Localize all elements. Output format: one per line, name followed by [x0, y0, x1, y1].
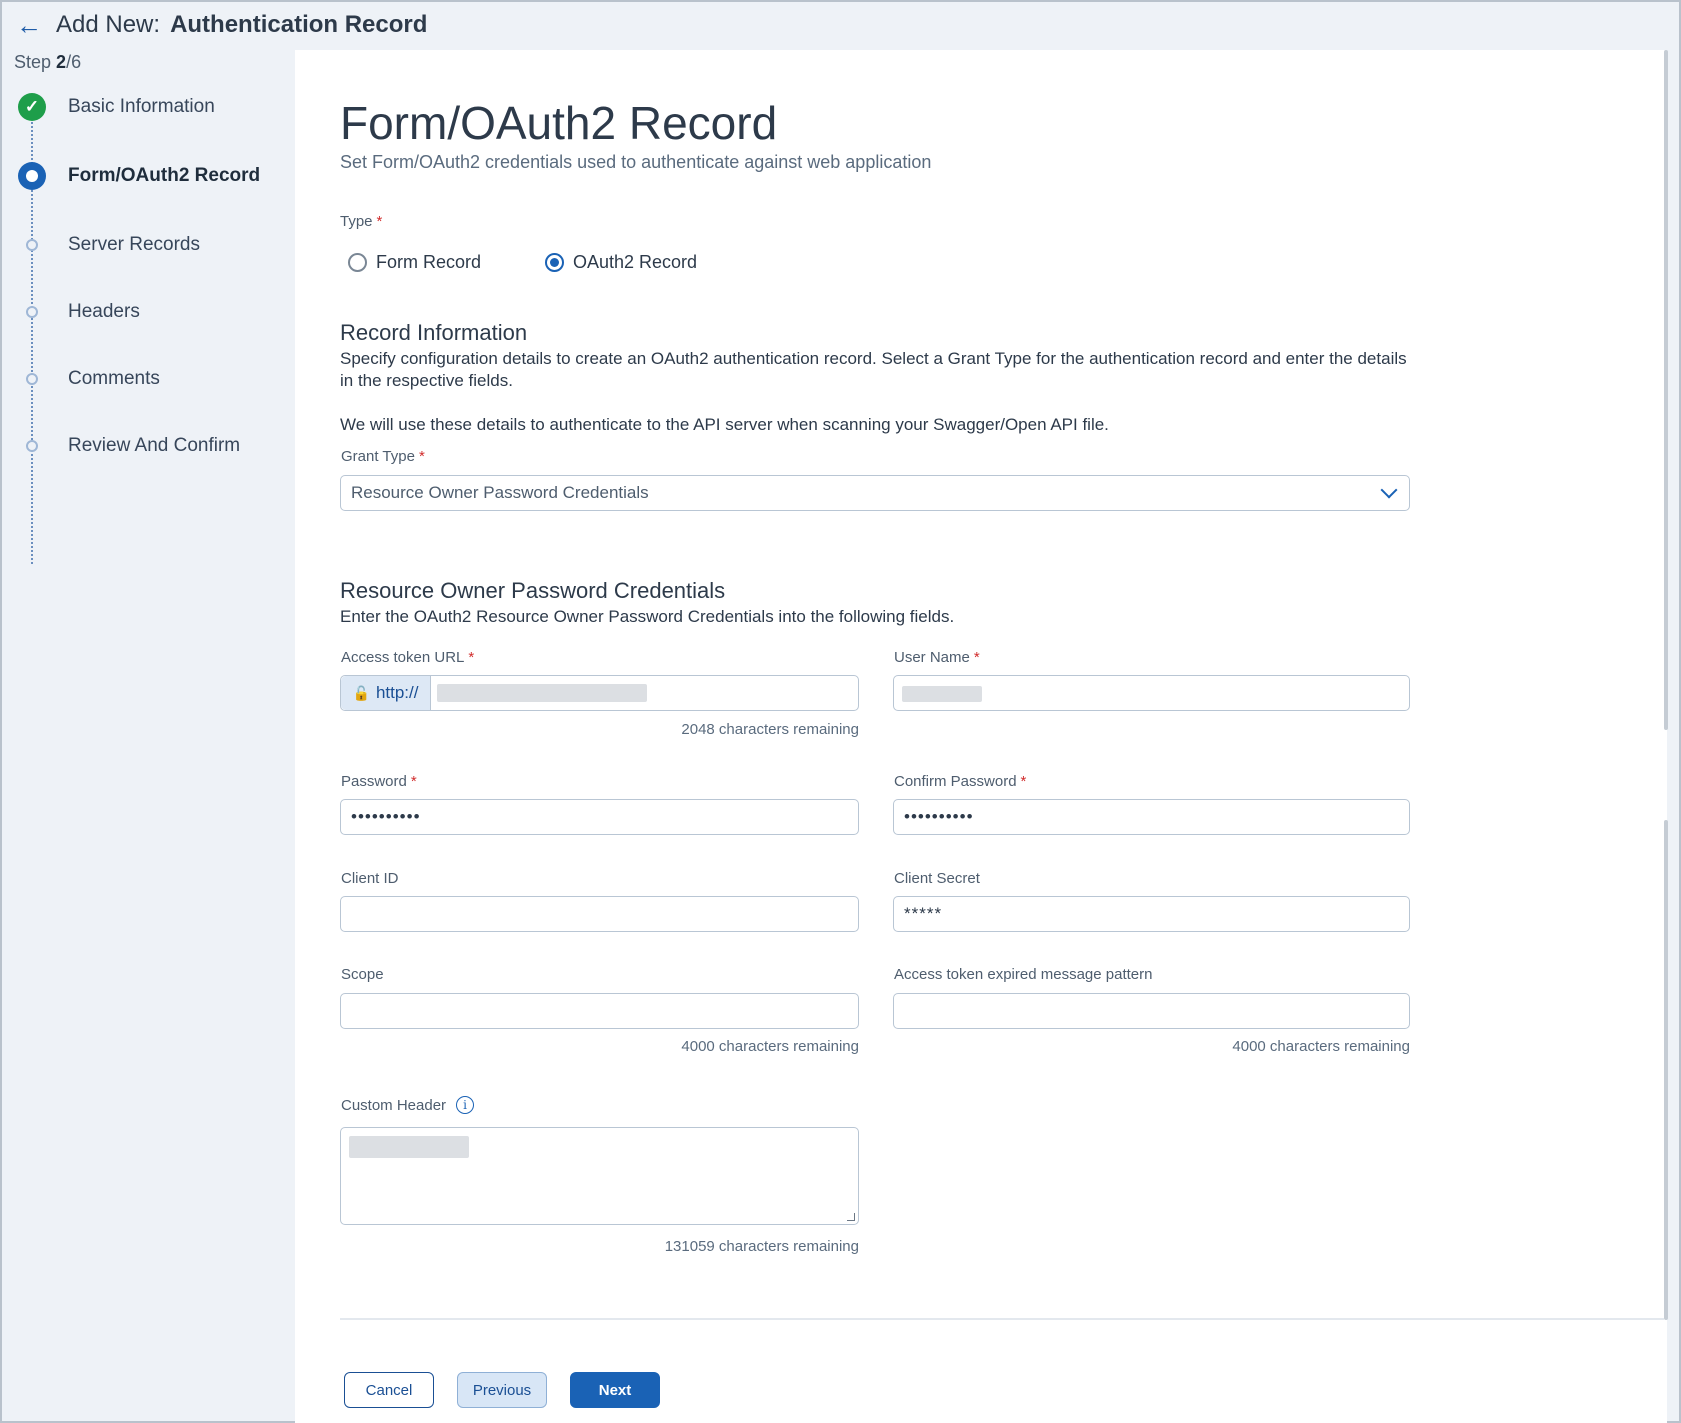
required-asterisk: * [468, 649, 475, 666]
client-secret-input[interactable]: ***** [893, 896, 1410, 932]
check-icon: ✓ [18, 93, 46, 121]
pending-step-icon [26, 440, 38, 452]
pending-step-icon [26, 239, 38, 251]
step-label-comments: Comments [68, 368, 160, 389]
scope-label: Scope [341, 966, 384, 983]
step-server-records[interactable]: Server Records [14, 230, 284, 260]
grant-type-select[interactable]: Resource Owner Password Credentials [340, 475, 1410, 511]
ropc-heading: Resource Owner Password Credentials [340, 578, 726, 603]
redacted-url-value [437, 684, 647, 702]
page-header: ← Add New: Authentication Record [16, 10, 427, 40]
record-information-heading: Record Information [340, 320, 528, 345]
access-token-url-helper: 2048 characters remaining [681, 721, 859, 738]
step-label: Step [14, 52, 52, 72]
scope-input[interactable] [340, 993, 859, 1029]
step-label-form-oauth2-record: Form/OAuth2 Record [68, 165, 261, 186]
scrollbar-thumb[interactable] [1664, 50, 1668, 730]
cancel-button[interactable]: Cancel [344, 1372, 434, 1408]
custom-header-textarea[interactable] [340, 1127, 859, 1225]
radio-oauth2-record[interactable]: OAuth2 Record [545, 252, 697, 273]
step-label-basic-information: Basic Information [68, 96, 215, 117]
required-asterisk: * [376, 213, 383, 230]
step-label-server-records: Server Records [68, 234, 200, 255]
custom-header-label-text: Custom Header [341, 1096, 447, 1114]
footer-divider [340, 1318, 1664, 1320]
client-id-label: Client ID [341, 870, 399, 887]
radio-unselected-icon [348, 253, 367, 272]
previous-button[interactable]: Previous [457, 1372, 547, 1408]
grant-type-label: Grant Type * [341, 448, 425, 465]
radio-form-record-label: Form Record [376, 252, 482, 272]
access-token-url-label: Access token URL * [341, 649, 474, 666]
header-title: Authentication Record [170, 11, 428, 38]
chevron-down-icon [1380, 481, 1398, 499]
scope-helper: 4000 characters remaining [681, 1038, 859, 1055]
step-total: /6 [66, 52, 82, 72]
required-asterisk: * [410, 773, 417, 790]
password-input[interactable]: •••••••••• [340, 799, 859, 835]
page-title: Form/OAuth2 Record [340, 97, 778, 149]
type-label-text: Type [340, 213, 373, 230]
client-id-input[interactable] [340, 896, 859, 932]
expired-pattern-helper: 4000 characters remaining [1232, 1038, 1410, 1055]
custom-header-label: Custom Header i [341, 1096, 475, 1114]
confirm-password-value: •••••••••• [904, 807, 974, 826]
user-name-label-text: User Name [894, 649, 970, 666]
password-label: Password * [341, 773, 417, 790]
ropc-desc: Enter the OAuth2 Resource Owner Password… [340, 607, 955, 626]
step-review-and-confirm[interactable]: Review And Confirm [14, 431, 284, 461]
step-label-headers: Headers [68, 301, 140, 322]
confirm-password-label-text: Confirm Password [894, 773, 1017, 790]
page-subtitle: Set Form/OAuth2 credentials used to auth… [340, 152, 932, 172]
step-label-review-and-confirm: Review And Confirm [68, 435, 241, 456]
url-prefix-text: http:// [375, 683, 419, 702]
step-current: 2 [56, 52, 67, 72]
grant-type-value: Resource Owner Password Credentials [351, 483, 649, 502]
back-arrow-icon[interactable]: ← [16, 12, 42, 38]
header-prefix: Add New: [56, 11, 161, 38]
record-information-note: We will use these details to authenticat… [340, 415, 1109, 434]
type-label: Type * [340, 213, 382, 230]
access-token-url-input[interactable]: 🔓 http:// [340, 675, 859, 711]
next-button[interactable]: Next [570, 1372, 660, 1408]
custom-header-helper: 131059 characters remaining [664, 1238, 859, 1255]
expired-pattern-label: Access token expired message pattern [894, 966, 1153, 983]
radio-selected-icon [545, 253, 564, 272]
client-secret-value: ***** [904, 904, 943, 923]
info-icon[interactable]: i [456, 1096, 475, 1114]
step-comments[interactable]: Comments [14, 364, 284, 394]
password-label-text: Password [341, 773, 407, 790]
required-asterisk: * [418, 448, 425, 465]
grant-type-label-text: Grant Type [341, 448, 415, 465]
confirm-password-label: Confirm Password * [894, 773, 1026, 790]
url-protocol-prefix[interactable]: 🔓 http:// [341, 676, 431, 710]
scrollbar-track-segment [1664, 820, 1668, 1320]
password-value: •••••••••• [351, 807, 421, 826]
redacted-user-name [902, 686, 982, 702]
user-name-label: User Name * [894, 649, 980, 666]
pending-step-icon [26, 373, 38, 385]
expired-pattern-input[interactable] [893, 993, 1410, 1029]
confirm-password-input[interactable]: •••••••••• [893, 799, 1410, 835]
required-asterisk: * [973, 649, 980, 666]
redacted-custom-header [349, 1136, 469, 1158]
step-form-oauth2-record[interactable]: Form/OAuth2 Record [14, 161, 284, 191]
step-indicator: Step 2/6 [14, 52, 81, 73]
record-information-desc: Specify configuration details to create … [340, 349, 1407, 390]
radio-oauth2-record-label: OAuth2 Record [573, 252, 698, 272]
step-headers[interactable]: Headers [14, 297, 284, 327]
resize-handle-icon[interactable] [847, 1213, 855, 1221]
unlock-icon: 🔓 [352, 684, 370, 701]
radio-form-record[interactable]: Form Record [348, 252, 481, 273]
pending-step-icon [26, 306, 38, 318]
step-basic-information[interactable]: ✓ Basic Information [14, 92, 284, 122]
user-name-input[interactable] [893, 675, 1410, 711]
client-secret-label: Client Secret [894, 870, 980, 887]
required-asterisk: * [1020, 773, 1027, 790]
current-step-icon [18, 162, 46, 190]
access-token-url-label-text: Access token URL [341, 649, 465, 666]
